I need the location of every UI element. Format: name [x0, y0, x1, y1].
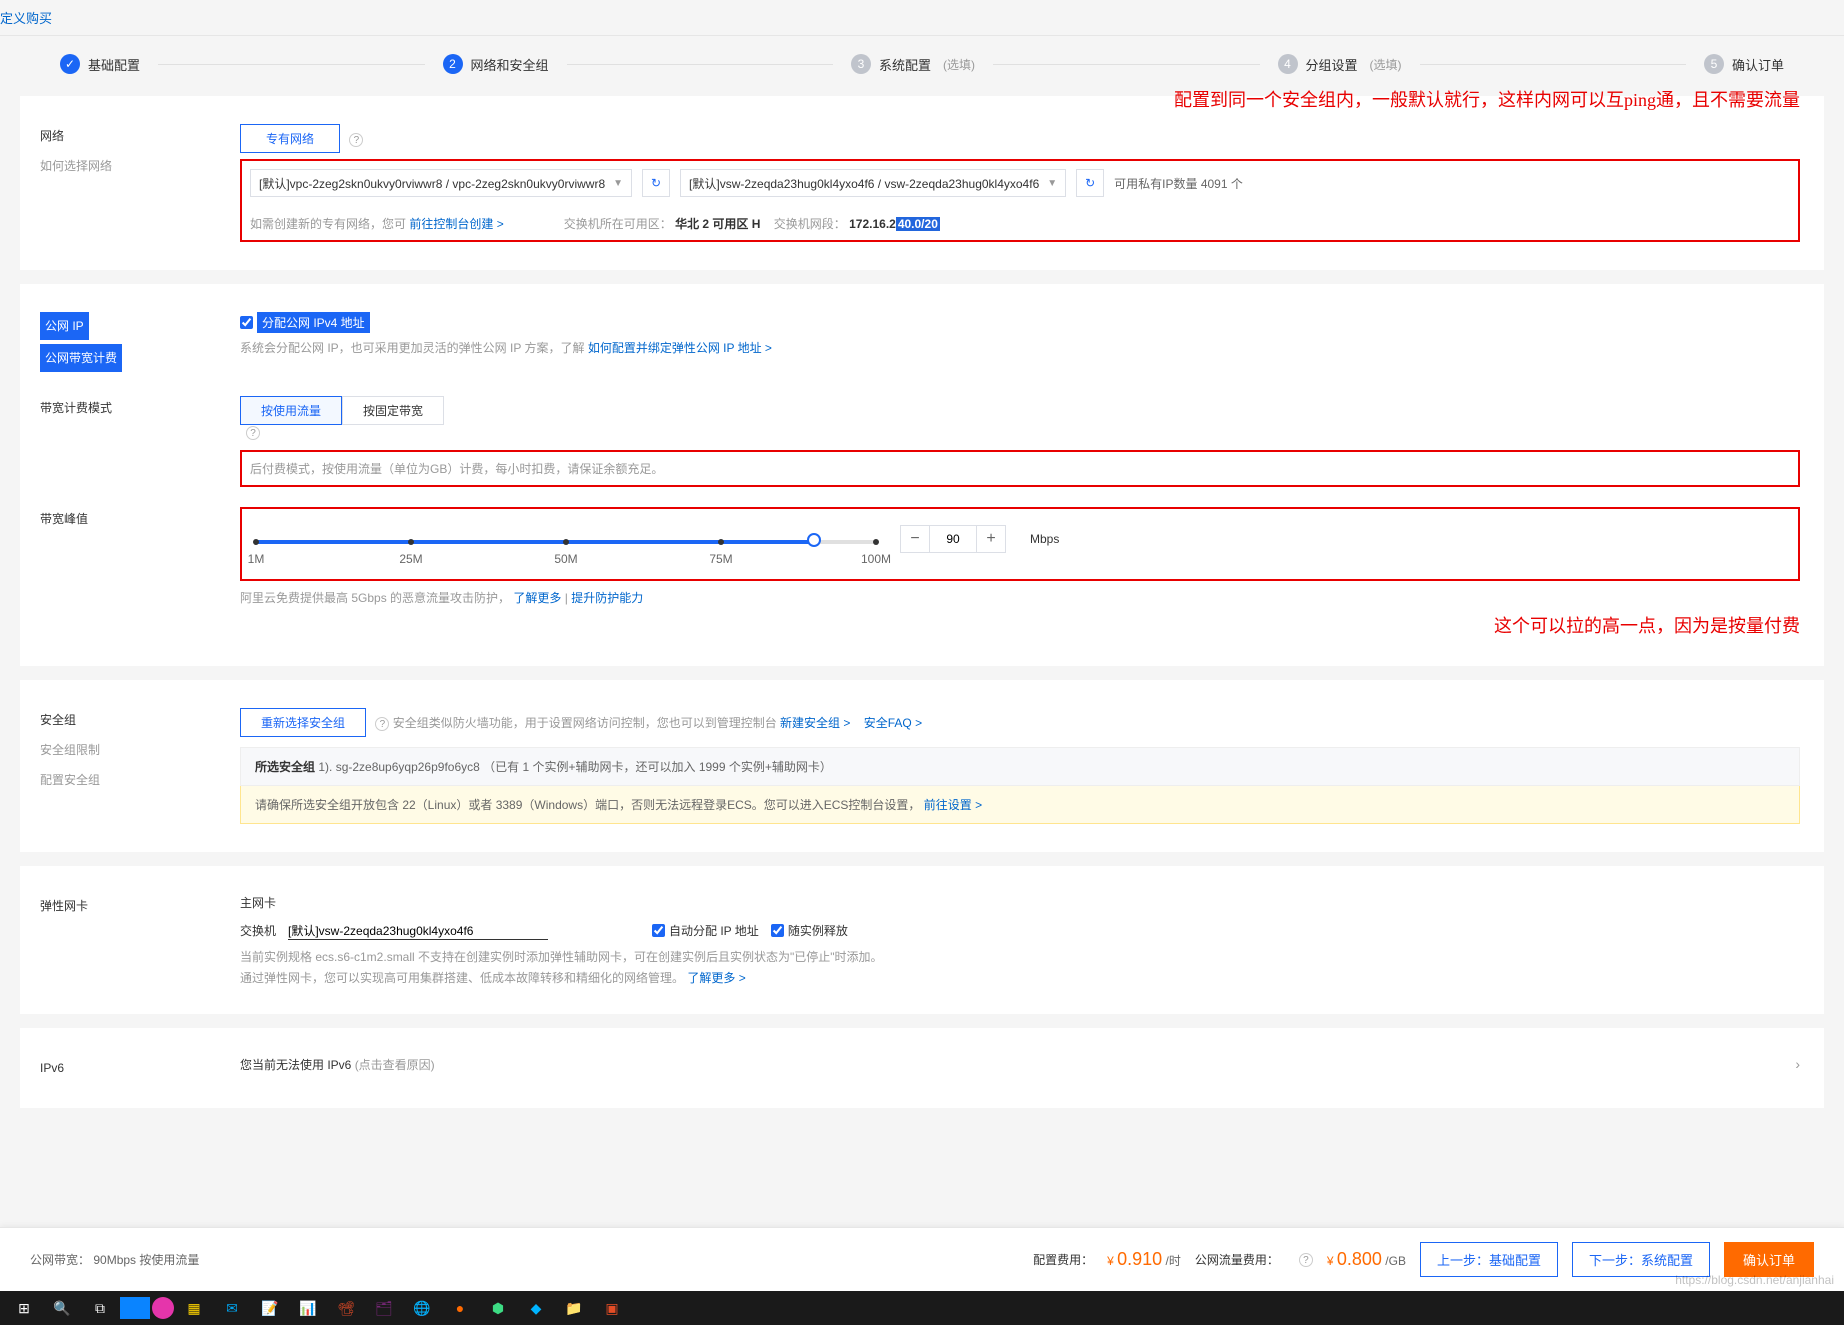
chevron-right-icon[interactable]: › [1795, 1056, 1800, 1072]
bandwidth-unit: Mbps [1030, 532, 1059, 546]
start-button[interactable]: ⊞ [6, 1294, 42, 1322]
taskbar-app[interactable]: 🗂 [366, 1294, 402, 1322]
step-confirm[interactable]: 5 确认订单 [1704, 54, 1784, 74]
eni-label: 弹性网卡 [40, 894, 240, 986]
taskbar-app[interactable]: ◆ [518, 1294, 554, 1322]
bandwidth-value-input[interactable] [929, 526, 977, 552]
bandwidth-decrease[interactable]: − [901, 526, 929, 552]
public-ip-label: 公网 IP [40, 312, 89, 340]
eni-switch-input[interactable] [288, 921, 548, 940]
taskbar-app[interactable]: 📽 [328, 1294, 364, 1322]
check-icon: ✓ [60, 54, 80, 74]
confirm-order-button[interactable]: 确认订单 [1724, 1242, 1814, 1277]
reselect-secgroup-button[interactable]: 重新选择安全组 [240, 708, 366, 737]
traffic-price: 0.800 [1337, 1249, 1382, 1269]
annotation-security-group: 配置到同一个安全组内，一般默认就行，这样内网可以互ping通，且不需要流量 [1174, 86, 1800, 112]
create-secgroup-link[interactable]: 新建安全组 > [780, 716, 850, 730]
billing-by-traffic[interactable]: 按使用流量 [240, 396, 342, 425]
help-icon[interactable]: ? [349, 133, 363, 147]
taskbar-app[interactable]: ✉ [214, 1294, 250, 1322]
vpc-select[interactable]: [默认]vpc-2zeg2skn0ukvy0rviwwr8 / vpc-2zeg… [250, 169, 632, 197]
top-custom-buy-link[interactable]: 定义购买 [0, 0, 52, 35]
eni-primary: 主网卡 [240, 894, 1800, 911]
auto-assign-ip-checkbox[interactable]: 自动分配 IP 地址 [652, 922, 759, 939]
taskbar-app[interactable] [152, 1297, 174, 1319]
step-group[interactable]: 4 分组设置 (选填) [1278, 54, 1402, 74]
billing-mode-label: 带宽计费模式 [40, 396, 240, 440]
annotation-redbox-bandwidth: 后付费模式，按使用流量（单位为GB）计费，每小时扣费，请保证余额充足。 [240, 450, 1800, 487]
billing-by-bandwidth[interactable]: 按固定带宽 [342, 396, 444, 425]
assign-public-ip-checkbox[interactable]: 分配公网 IPv4 地址 [240, 312, 370, 333]
bandwidth-billing-label: 公网带宽计费 [40, 344, 122, 372]
selected-secgroup-info: 所选安全组 1). sg-2ze8up6yqp26p9fo6yc8 （已有 1 … [240, 747, 1800, 786]
security-group-label: 安全组 [40, 708, 240, 732]
eni-more-link[interactable]: 了解更多 > [687, 971, 745, 985]
footer-bandwidth-summary: 90Mbps 按使用流量 [93, 1253, 199, 1267]
annotation-bandwidth-tip: 这个可以拉的高一点，因为是按量付费 [240, 612, 1800, 638]
step-system[interactable]: 3 系统配置 (选填) [851, 54, 975, 74]
taskbar-app[interactable]: ▦ [176, 1294, 212, 1322]
create-vpc-link[interactable]: 前往控制台创建 > [409, 217, 503, 231]
network-label: 网络 [40, 124, 240, 148]
taskbar-app[interactable]: 📁 [556, 1294, 592, 1322]
footer-bar: 公网带宽： 90Mbps 按使用流量 配置费用： ¥ 0.910 /时 公网流量… [0, 1227, 1844, 1291]
help-icon[interactable]: ? [1299, 1253, 1313, 1267]
bandwidth-stepper[interactable]: − + [900, 525, 1006, 553]
security-group-config-link[interactable]: 配置安全组 [40, 768, 240, 792]
network-help-link[interactable]: 如何选择网络 [40, 154, 240, 178]
taskview-icon[interactable]: ⧉ [82, 1294, 118, 1322]
refresh-vsw-button[interactable]: ↻ [1076, 169, 1104, 197]
security-group-limit-link[interactable]: 安全组限制 [40, 738, 240, 762]
step-basic[interactable]: ✓ 基础配置 [60, 54, 140, 74]
eni-switch-label: 交换机 [240, 922, 276, 939]
chevron-down-icon: ▼ [613, 178, 623, 189]
taskbar-app[interactable]: 🌐 [404, 1294, 440, 1322]
annotation-redbox-network: [默认]vpc-2zeg2skn0ukvy0rviwwr8 / vpc-2zeg… [240, 159, 1800, 242]
next-step-button[interactable]: 下一步：系统配置 [1572, 1242, 1710, 1277]
search-icon[interactable]: 🔍 [44, 1294, 80, 1322]
taskbar-app[interactable]: ▣ [594, 1294, 630, 1322]
help-icon[interactable]: ? [375, 717, 389, 731]
vswitch-select[interactable]: [默认]vsw-2zeqda23hug0kl4yxo4f6 / vsw-2zeq… [680, 169, 1066, 197]
refresh-vpc-button[interactable]: ↻ [642, 169, 670, 197]
watermark: https://blog.csdn.net/anjianhai [1675, 1273, 1834, 1287]
taskbar-app[interactable]: ⬢ [480, 1294, 516, 1322]
ipv6-label: IPv6 [40, 1056, 240, 1080]
step-network[interactable]: 2 网络和安全组 [443, 54, 549, 74]
taskbar-app[interactable] [120, 1297, 150, 1319]
taskbar-app[interactable]: 📝 [252, 1294, 288, 1322]
ddos-more-link[interactable]: 了解更多 [513, 591, 561, 605]
ddos-upgrade-link[interactable]: 提升防护能力 [571, 591, 643, 605]
secgroup-settings-link[interactable]: 前往设置 > [924, 798, 982, 812]
release-with-instance-checkbox[interactable]: 随实例释放 [771, 922, 848, 939]
windows-taskbar[interactable]: ⊞ 🔍 ⧉ ▦ ✉ 📝 📊 📽 🗂 🌐 ● ⬢ ◆ 📁 ▣ [0, 1291, 1844, 1325]
chevron-down-icon: ▼ [1047, 178, 1057, 189]
bandwidth-increase[interactable]: + [977, 526, 1005, 552]
taskbar-app[interactable]: ● [442, 1294, 478, 1322]
secgroup-port-warning: 请确保所选安全组开放包含 22（Linux）或者 3389（Windows）端口… [240, 786, 1800, 824]
bandwidth-slider[interactable]: 1M 25M 50M 75M 100M [256, 540, 876, 544]
ip-count: 可用私有IP数量 4091 个 [1114, 175, 1243, 192]
ipv6-reason-link[interactable]: (点击查看原因) [355, 1058, 435, 1072]
config-price: 0.910 [1117, 1249, 1162, 1269]
eip-help-link[interactable]: 如何配置并绑定弹性公网 IP 地址 > [588, 341, 772, 355]
bandwidth-peak-label: 带宽峰值 [40, 507, 240, 638]
prev-step-button[interactable]: 上一步：基础配置 [1420, 1242, 1558, 1277]
secgroup-faq-link[interactable]: 安全FAQ > [864, 716, 922, 730]
taskbar-app[interactable]: 📊 [290, 1294, 326, 1322]
help-icon[interactable]: ? [246, 426, 260, 440]
network-type-vpc[interactable]: 专有网络 [240, 124, 340, 153]
